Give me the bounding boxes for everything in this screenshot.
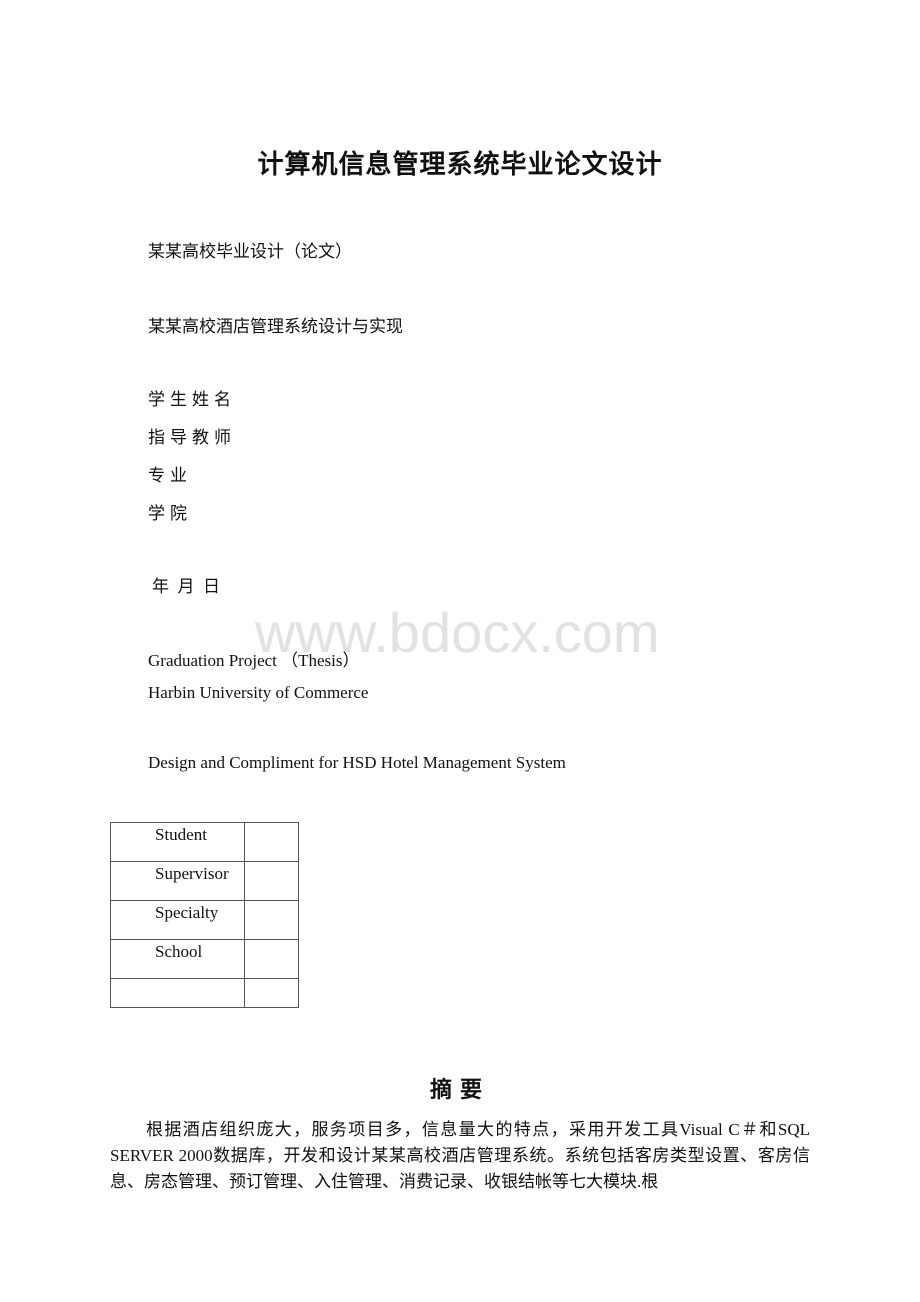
table-cell-value [244, 861, 299, 901]
table-cell-label [110, 978, 245, 1008]
thesis-title-cn: 某某高校酒店管理系统设计与实现 [148, 317, 403, 336]
table-cell-value [244, 822, 299, 862]
table-row: School [110, 939, 299, 979]
thesis-label-en: Graduation Project （Thesis） [148, 651, 360, 670]
info-table: Student Supervisor Specialty School [110, 822, 299, 1008]
table-cell-label: Supervisor [110, 861, 245, 901]
table-cell-value [244, 978, 299, 1008]
thesis-title-en: Design and Compliment for HSD Hotel Mana… [148, 753, 566, 772]
field-college: 学院 [148, 504, 192, 523]
table-cell-label: Specialty [110, 900, 245, 940]
table-row: Specialty [110, 900, 299, 940]
school-thesis-label: 某某高校毕业设计（论文） [148, 242, 352, 261]
field-student-name: 学生姓名 [148, 390, 236, 409]
document-title: 计算机信息管理系统毕业论文设计 [257, 150, 663, 180]
table-cell-label: Student [110, 822, 245, 862]
abstract-heading: 摘要 [429, 1078, 490, 1103]
table-cell-value [244, 939, 299, 979]
date-line: 年 月 日 [152, 577, 220, 596]
table-row: Supervisor [110, 861, 299, 901]
table-cell-value [244, 900, 299, 940]
table-row: Student [110, 822, 299, 862]
abstract-body: 根据酒店组织庞大，服务项目多，信息量大的特点，采用开发工具Visual C＃和S… [110, 1120, 810, 1191]
university-en: Harbin University of Commerce [148, 683, 369, 702]
table-row [110, 978, 299, 1008]
field-major: 专业 [148, 466, 192, 485]
table-cell-label: School [110, 939, 245, 979]
field-supervisor: 指导教师 [148, 428, 236, 447]
